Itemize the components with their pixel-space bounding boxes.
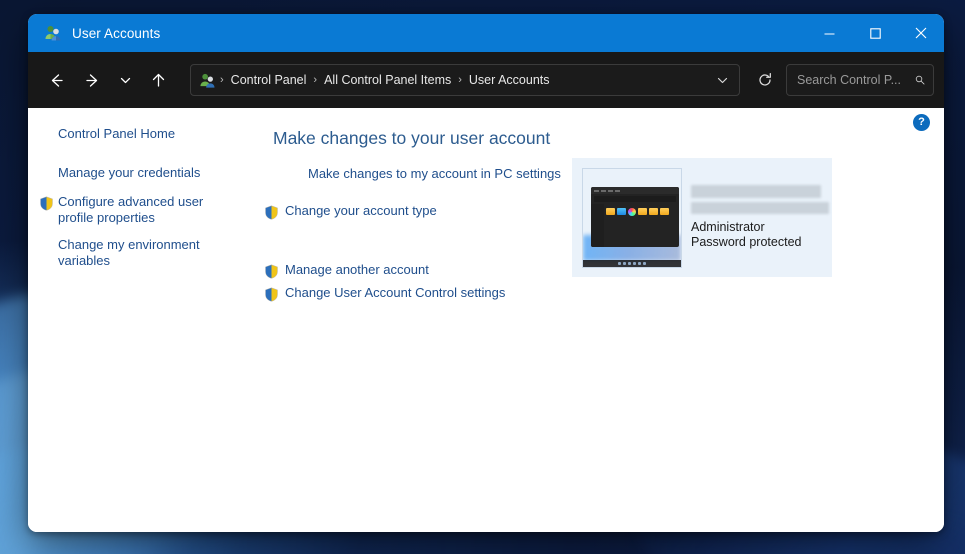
recent-locations-button[interactable]: [112, 64, 138, 96]
avatar-explorer-titlebar: [591, 187, 679, 194]
uac-shield-icon: [264, 205, 279, 220]
breadcrumb-item-all-control-panel-items[interactable]: All Control Panel Items: [319, 70, 456, 90]
sidebar-item-manage-your-credentials[interactable]: Manage your credentials: [28, 163, 250, 184]
avatar-explorer-main: [604, 204, 679, 247]
window-titlebar[interactable]: User Accounts: [28, 14, 944, 52]
uac-shield-icon: [39, 196, 54, 211]
window-title: User Accounts: [72, 25, 161, 41]
sidebar-item-label: Configure advanced user profile properti…: [58, 194, 204, 225]
account-email-redacted: [691, 202, 829, 214]
up-button[interactable]: [142, 64, 174, 96]
account-summary-panel: Administrator Password protected: [572, 158, 832, 277]
link-change-uac-settings[interactable]: Change User Account Control settings: [285, 285, 505, 301]
avatar-explorer-sidebar: [591, 204, 604, 247]
back-arrow-icon: [51, 73, 63, 87]
up-arrow-icon: [152, 73, 164, 87]
forward-button[interactable]: [76, 64, 108, 96]
breadcrumb-separator: ›: [220, 74, 224, 86]
password-status-label: Password protected: [691, 235, 802, 249]
sidebar-item-label: Manage your credentials: [58, 165, 201, 180]
avatar-explorer-addressbar: [594, 196, 676, 202]
account-type-label: Administrator: [691, 220, 765, 234]
user-accounts-window: User Accounts › Control Panel › All Cont…: [28, 14, 944, 532]
minimize-icon: [824, 33, 834, 34]
minimize-button[interactable]: [806, 14, 852, 52]
search-input[interactable]: [795, 72, 915, 88]
search-icon[interactable]: [915, 73, 925, 87]
breadcrumb-separator: ›: [458, 74, 462, 86]
sidebar-item-label: Change my environment variables: [58, 237, 200, 268]
maximize-icon: [869, 27, 881, 39]
address-dropdown-button[interactable]: [709, 67, 735, 93]
address-bar[interactable]: › Control Panel › All Control Panel Item…: [190, 64, 740, 96]
breadcrumb-item-user-accounts[interactable]: User Accounts: [464, 70, 555, 90]
main-panel: Make changes to your user account Make c…: [250, 108, 944, 532]
refresh-icon: [759, 72, 771, 86]
page-title: Make changes to your user account: [273, 128, 551, 148]
account-name-redacted: [691, 185, 821, 198]
refresh-button[interactable]: [750, 65, 780, 95]
uac-shield-icon: [264, 264, 279, 279]
back-button[interactable]: [40, 64, 72, 96]
sidebar-item-label: Control Panel Home: [58, 126, 176, 141]
avatar-explorer-window: [591, 187, 679, 247]
sidebar: Control Panel Home Manage your credentia…: [28, 108, 250, 532]
avatar-folder-icons: [606, 208, 677, 216]
navigation-toolbar: › Control Panel › All Control Panel Item…: [28, 52, 944, 108]
chevron-down-icon: [120, 77, 130, 83]
account-picture[interactable]: [582, 168, 682, 268]
close-icon: [915, 27, 927, 39]
sidebar-item-control-panel-home[interactable]: Control Panel Home: [28, 124, 250, 145]
link-make-changes-in-pc-settings[interactable]: Make changes to my account in PC setting…: [308, 166, 561, 182]
account-details: Administrator Password protected: [691, 168, 829, 267]
sidebar-item-configure-advanced-user-profile-properties[interactable]: Configure advanced user profile properti…: [28, 192, 250, 227]
link-row-uac-settings[interactable]: Change User Account Control settings: [264, 282, 944, 305]
forward-arrow-icon: [85, 73, 97, 87]
breadcrumb-separator: ›: [313, 74, 318, 86]
avatar-taskbar: [583, 260, 681, 267]
link-change-your-account-type[interactable]: Change your account type: [285, 203, 437, 219]
close-button[interactable]: [898, 14, 944, 52]
content-area: ? Control Panel Home Manage your credent…: [28, 108, 944, 532]
sidebar-item-change-my-environment-variables[interactable]: Change my environment variables: [28, 235, 250, 270]
link-manage-another-account[interactable]: Manage another account: [285, 262, 429, 278]
user-accounts-icon: [44, 24, 62, 42]
maximize-button[interactable]: [852, 14, 898, 52]
uac-shield-icon: [264, 287, 279, 302]
search-box[interactable]: [786, 64, 934, 96]
breadcrumb-item-control-panel[interactable]: Control Panel: [226, 70, 312, 90]
chevron-down-icon: [717, 77, 727, 83]
window-controls: [806, 14, 944, 52]
user-accounts-icon: [199, 72, 216, 89]
avatar-explorer-body: [591, 204, 679, 247]
